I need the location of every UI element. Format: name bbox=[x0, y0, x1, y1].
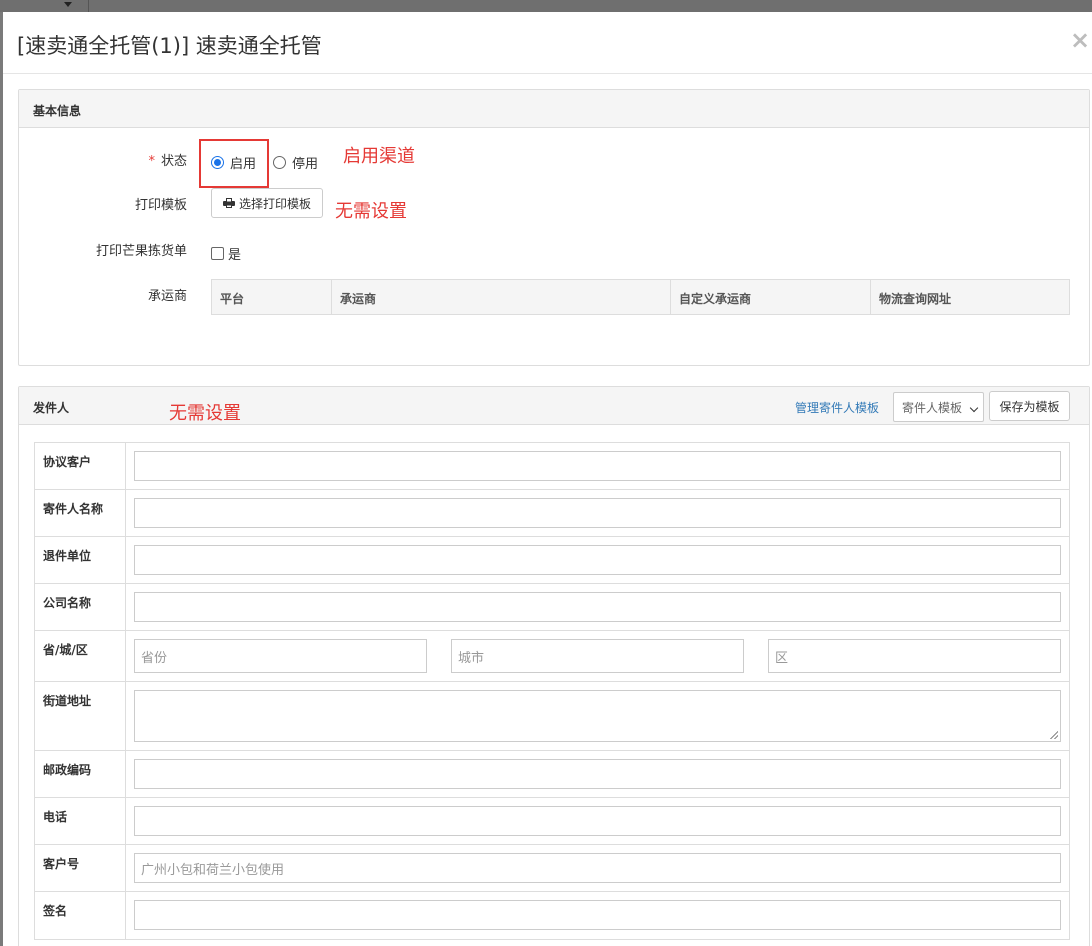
agreement-customer-label: 协议客户 bbox=[35, 443, 126, 489]
table-row: 签名 bbox=[35, 892, 1069, 939]
customer-no-input[interactable]: 广州小包和荷兰小包使用 bbox=[134, 853, 1061, 883]
sender-header: 发件人 无需设置 管理寄件人模板 寄件人模板 保存为模板 bbox=[19, 387, 1089, 425]
agreement-customer-input[interactable] bbox=[134, 451, 1061, 481]
resize-grip-icon[interactable] bbox=[1050, 731, 1058, 739]
street-textarea[interactable] bbox=[134, 690, 1061, 742]
status-annotation: 启用渠道 bbox=[343, 146, 415, 167]
table-row: 电话 bbox=[35, 798, 1069, 845]
carrier-col-platform: 平台 bbox=[212, 280, 332, 314]
select-print-template-label: 选择打印模板 bbox=[238, 196, 311, 211]
basic-info-title: 基本信息 bbox=[33, 104, 82, 118]
return-unit-label: 退件单位 bbox=[35, 537, 126, 583]
phone-label: 电话 bbox=[35, 798, 126, 844]
city-input[interactable]: 城市 bbox=[451, 639, 744, 673]
street-label: 街道地址 bbox=[35, 682, 126, 750]
printer-icon bbox=[222, 198, 235, 208]
status-label-text: 状态 bbox=[160, 154, 187, 169]
carrier-col-carrier: 承运商 bbox=[332, 280, 671, 314]
table-row: 公司名称 bbox=[35, 584, 1069, 631]
radio-checked-icon[interactable] bbox=[211, 156, 224, 169]
print-template-label: 打印模板 bbox=[134, 198, 187, 213]
select-print-template-button[interactable]: 选择打印模板 bbox=[211, 188, 323, 218]
region-label: 省/城/区 bbox=[35, 631, 126, 681]
caret-down-icon bbox=[64, 2, 72, 7]
phone-input[interactable] bbox=[134, 806, 1061, 836]
region-cell: 省份 城市 区 bbox=[126, 631, 1069, 681]
phone-cell bbox=[126, 798, 1069, 844]
basic-info-panel: 基本信息 * 状态 启用 停用 启用渠道 打印模板 选择打印模板 无需设置 打印芒… bbox=[18, 89, 1090, 366]
modal-header: [速卖通全托管(1)] 速卖通全托管 × bbox=[3, 12, 1092, 74]
radio-label-disable: 停用 bbox=[292, 157, 319, 172]
sender-title: 发件人 bbox=[33, 401, 70, 415]
radio-unchecked-icon[interactable] bbox=[273, 156, 286, 169]
table-row: 客户号 广州小包和荷兰小包使用 bbox=[35, 845, 1069, 892]
company-name-input[interactable] bbox=[134, 592, 1061, 622]
table-row: 邮政编码 bbox=[35, 751, 1069, 798]
table-row: 街道地址 bbox=[35, 682, 1069, 751]
table-row: 省/城/区 省份 城市 区 bbox=[35, 631, 1069, 682]
status-radio-disable[interactable]: 停用 bbox=[273, 153, 318, 172]
table-row: 协议客户 bbox=[35, 443, 1069, 490]
carrier-table: 平台 承运商 自定义承运商 物流查询网址 bbox=[211, 279, 1070, 315]
customer-no-label: 客户号 bbox=[35, 845, 126, 891]
sender-annotation: 无需设置 bbox=[169, 403, 241, 424]
mango-pick-label: 打印芒果拣货单 bbox=[95, 244, 187, 259]
postal-input[interactable] bbox=[134, 759, 1061, 789]
sender-name-input[interactable] bbox=[134, 498, 1061, 528]
sender-name-cell bbox=[126, 490, 1069, 536]
status-label: * 状态 bbox=[27, 150, 187, 169]
table-row: 寄件人名称 bbox=[35, 490, 1069, 537]
customer-no-cell: 广州小包和荷兰小包使用 bbox=[126, 845, 1069, 891]
close-icon[interactable]: × bbox=[1068, 26, 1092, 54]
district-input[interactable]: 区 bbox=[768, 639, 1061, 673]
sender-template-select[interactable]: 寄件人模板 bbox=[893, 392, 984, 422]
table-row: 退件单位 bbox=[35, 537, 1069, 584]
divider bbox=[88, 0, 89, 12]
sender-name-label: 寄件人名称 bbox=[35, 490, 126, 536]
signature-input[interactable] bbox=[134, 900, 1061, 930]
template-annotation: 无需设置 bbox=[335, 201, 407, 222]
modal-title: [速卖通全托管(1)] 速卖通全托管 bbox=[17, 34, 322, 58]
agreement-customer-cell bbox=[126, 443, 1069, 489]
save-as-template-button[interactable]: 保存为模板 bbox=[989, 391, 1070, 421]
carrier-label: 承运商 bbox=[147, 289, 187, 304]
postal-label: 邮政编码 bbox=[35, 751, 126, 797]
backdrop-strip bbox=[0, 0, 1092, 12]
mango-pick-checkbox[interactable]: 是 bbox=[211, 244, 241, 263]
status-radio-enable[interactable]: 启用 bbox=[211, 153, 256, 172]
chevron-down-icon bbox=[969, 403, 979, 413]
carrier-col-custom: 自定义承运商 bbox=[671, 280, 871, 314]
province-input[interactable]: 省份 bbox=[134, 639, 427, 673]
street-cell bbox=[126, 682, 1069, 750]
signature-cell bbox=[126, 892, 1069, 939]
company-name-label: 公司名称 bbox=[35, 584, 126, 630]
sender-form: 协议客户 寄件人名称 退件单位 公司名称 省/城/区 省份 城市 区 街道地址 … bbox=[34, 442, 1070, 940]
radio-label-enable: 启用 bbox=[230, 157, 257, 172]
sender-panel: 发件人 无需设置 管理寄件人模板 寄件人模板 保存为模板 协议客户 寄件人名称 … bbox=[18, 386, 1090, 946]
checkbox-icon[interactable] bbox=[211, 247, 224, 260]
manage-sender-template-link[interactable]: 管理寄件人模板 bbox=[795, 399, 879, 416]
modal-dialog: [速卖通全托管(1)] 速卖通全托管 × 基本信息 * 状态 启用 停用 启用渠道… bbox=[3, 12, 1092, 946]
company-name-cell bbox=[126, 584, 1069, 630]
sender-template-select-value: 寄件人模板 bbox=[902, 400, 963, 415]
required-mark: * bbox=[148, 154, 155, 169]
return-unit-input[interactable] bbox=[134, 545, 1061, 575]
signature-label: 签名 bbox=[35, 892, 126, 939]
mango-pick-checkbox-label: 是 bbox=[228, 248, 242, 263]
return-unit-cell bbox=[126, 537, 1069, 583]
postal-cell bbox=[126, 751, 1069, 797]
basic-info-header: 基本信息 bbox=[19, 90, 1089, 128]
carrier-col-tracking-url: 物流查询网址 bbox=[879, 292, 952, 306]
